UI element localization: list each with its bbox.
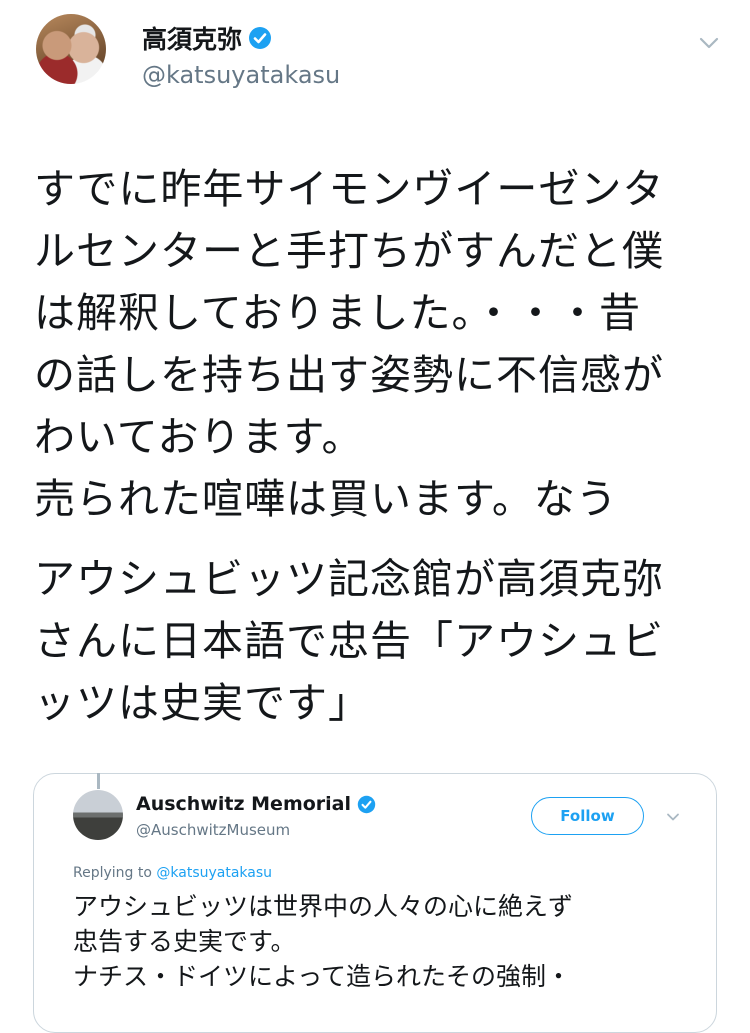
quoted-tweet-card[interactable]: Auschwitz Memorial @AuschwitzMuseum Foll… <box>33 773 717 1033</box>
quoted-author-handle[interactable]: @AuschwitzMuseum <box>136 821 290 839</box>
author-name-row[interactable]: 高須克弥 <box>142 20 272 56</box>
tweet-text-line: ッツは史実です」 <box>34 679 370 727</box>
tweet-text-line: は解釈しておりました。・・・昔 <box>34 289 642 337</box>
quoted-tweet-text: アウシュビッツは世界中の人々の心に絶えず 忠告する史実です。 ナチス・ドイツによ… <box>73 889 693 994</box>
tweet-text-line: ルセンターと手打ちがすんだと僕 <box>34 227 664 275</box>
quoted-author-avatar[interactable] <box>73 790 123 840</box>
chevron-down-icon[interactable] <box>666 810 680 824</box>
follow-button[interactable]: Follow <box>531 797 644 835</box>
quoted-author-name[interactable]: Auschwitz Memorial <box>136 793 351 815</box>
quoted-text-line: 忠告する史実です。 <box>73 927 296 956</box>
replying-to: Replying to @katsuyatakasu <box>73 865 272 881</box>
quoted-author-name-row[interactable]: Auschwitz Memorial <box>136 793 376 815</box>
replying-prefix: Replying to <box>73 865 157 881</box>
author-avatar[interactable] <box>36 14 106 84</box>
tweet-text-line: わいております。 <box>34 413 364 461</box>
thread-connector <box>97 773 100 789</box>
chevron-down-icon[interactable] <box>698 32 720 54</box>
tweet-text-line: 売られた喧嘩は買います。なう <box>34 475 618 523</box>
quoted-text-line: ナチス・ドイツによって造られたその強制・ <box>73 962 572 991</box>
tweet-text-line: アウシュビッツ記念館が高須克弥 <box>34 555 664 603</box>
replying-handle-link[interactable]: @katsuyatakasu <box>156 865 272 881</box>
author-name[interactable]: 高須克弥 <box>142 20 242 56</box>
verified-badge-icon <box>357 795 376 813</box>
tweet-text: すでに昨年サイモンヴイーゼンタ ルセンターと手打ちがすんだと僕 は解釈しておりま… <box>34 158 714 734</box>
author-handle[interactable]: @katsuyatakasu <box>142 61 340 89</box>
quoted-text-line: アウシュビッツは世界中の人々の心に絶えず <box>73 892 574 921</box>
tweet-text-line: すでに昨年サイモンヴイーゼンタ <box>34 165 665 213</box>
tweet-text-line: の話しを持ち出す姿勢に不信感が <box>34 351 664 399</box>
tweet-text-line: さんに日本語で忠告「アウシュビ <box>34 617 664 665</box>
verified-badge-icon <box>249 27 272 49</box>
